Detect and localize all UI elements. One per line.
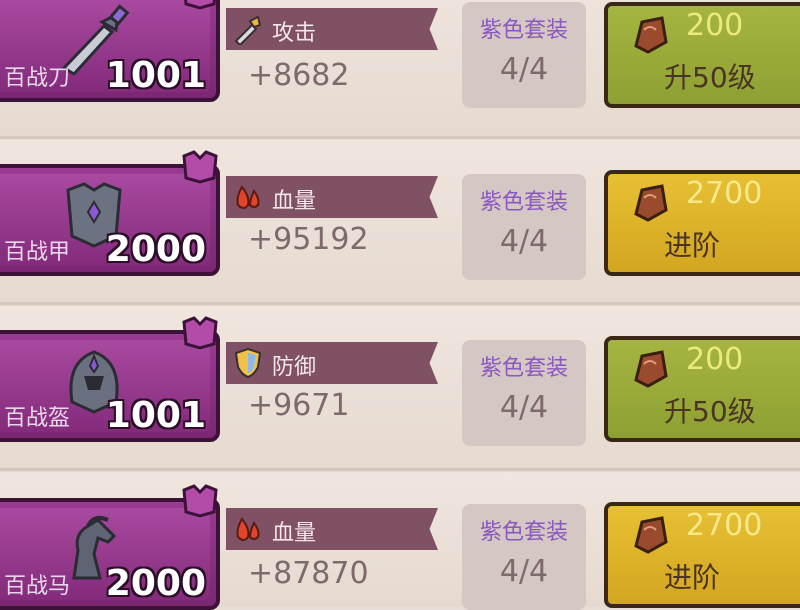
stat-value: +8682 bbox=[248, 58, 350, 93]
row-divider bbox=[0, 302, 800, 305]
set-label: 紫色套装 bbox=[479, 190, 568, 215]
ore-stone-icon bbox=[634, 516, 668, 554]
blood-drop-icon bbox=[236, 517, 260, 541]
equipment-card-helmet[interactable]: 百战盔 1001 bbox=[0, 316, 220, 442]
level-up-button[interactable]: 200 升50级 bbox=[604, 336, 800, 442]
action-label: 进阶 bbox=[664, 229, 721, 262]
row-divider bbox=[0, 136, 800, 139]
ore-stone-icon bbox=[634, 184, 668, 222]
set-bonus-box: 紫色套装 4/4 bbox=[462, 340, 586, 446]
cost-value: 200 bbox=[686, 342, 744, 377]
blood-drop-icon bbox=[236, 185, 260, 209]
equipment-card-horse[interactable]: 百战马 2000 bbox=[0, 484, 220, 610]
stat-banner: 血量 bbox=[226, 176, 438, 218]
stat-value: +95192 bbox=[248, 222, 369, 257]
level-up-button[interactable]: 200 升50级 bbox=[604, 2, 800, 108]
equipment-name: 百战刀 bbox=[4, 66, 71, 91]
equipment-name: 百战马 bbox=[4, 574, 71, 599]
ore-stone-icon bbox=[634, 350, 668, 388]
sword-icon bbox=[234, 15, 262, 45]
row-divider bbox=[0, 468, 800, 471]
upgrade-badge-icon bbox=[182, 484, 218, 518]
set-count: 4/4 bbox=[499, 390, 549, 425]
action-label: 升50级 bbox=[664, 395, 756, 428]
set-label: 紫色套装 bbox=[479, 356, 568, 381]
equipment-name: 百战盔 bbox=[4, 406, 71, 431]
stat-label: 防御 bbox=[272, 355, 317, 380]
set-label: 紫色套装 bbox=[479, 520, 568, 545]
cost-value: 200 bbox=[686, 8, 744, 43]
equipment-level: 1001 bbox=[105, 55, 206, 96]
stat-label: 攻击 bbox=[272, 21, 317, 46]
advance-button[interactable]: 2700 进阶 bbox=[604, 502, 800, 608]
upgrade-badge-icon bbox=[182, 316, 218, 350]
equipment-row: 百战盔 1001 防御 +9671 紫色套装 4/4 200 升50级 bbox=[0, 306, 800, 472]
stat-value: +9671 bbox=[248, 388, 350, 423]
cost-value: 2700 bbox=[686, 176, 763, 211]
cost-value: 2700 bbox=[686, 508, 763, 543]
equipment-row: 百战甲 2000 血量 +95192 紫色套装 4/4 2700 进阶 bbox=[0, 140, 800, 306]
equipment-card-armor[interactable]: 百战甲 2000 bbox=[0, 150, 220, 276]
set-label: 紫色套装 bbox=[479, 18, 568, 43]
ore-stone-icon bbox=[634, 16, 668, 54]
stat-label: 血量 bbox=[272, 521, 317, 546]
advance-button[interactable]: 2700 进阶 bbox=[604, 170, 800, 276]
stat-banner: 攻击 bbox=[226, 8, 438, 50]
equipment-row: 百战刀 1001 攻击 +8682 紫色套装 4/4 200 升50级 bbox=[0, 0, 800, 138]
set-bonus-box: 紫色套装 4/4 bbox=[462, 174, 586, 280]
shield-icon bbox=[234, 347, 262, 379]
equipment-level: 2000 bbox=[105, 563, 206, 604]
set-count: 4/4 bbox=[499, 52, 549, 87]
stat-label: 血量 bbox=[272, 189, 317, 214]
upgrade-badge-icon bbox=[182, 150, 218, 184]
set-bonus-box: 紫色套装 4/4 bbox=[462, 504, 586, 610]
equipment-level: 2000 bbox=[105, 229, 206, 270]
stat-value: +87870 bbox=[248, 556, 369, 591]
set-count: 4/4 bbox=[499, 224, 549, 259]
set-bonus-box: 紫色套装 4/4 bbox=[462, 2, 586, 108]
stat-banner: 血量 bbox=[226, 508, 438, 550]
set-count: 4/4 bbox=[499, 554, 549, 589]
equipment-name: 百战甲 bbox=[4, 240, 71, 265]
action-label: 进阶 bbox=[664, 561, 721, 594]
equipment-level: 1001 bbox=[105, 395, 206, 436]
equipment-row: 百战马 2000 血量 +87870 紫色套装 4/4 2700 进阶 bbox=[0, 472, 800, 610]
stat-banner: 防御 bbox=[226, 342, 438, 384]
action-label: 升50级 bbox=[664, 61, 756, 94]
equipment-card-sword[interactable]: 百战刀 1001 bbox=[0, 0, 220, 102]
upgrade-badge-icon bbox=[184, 0, 216, 10]
